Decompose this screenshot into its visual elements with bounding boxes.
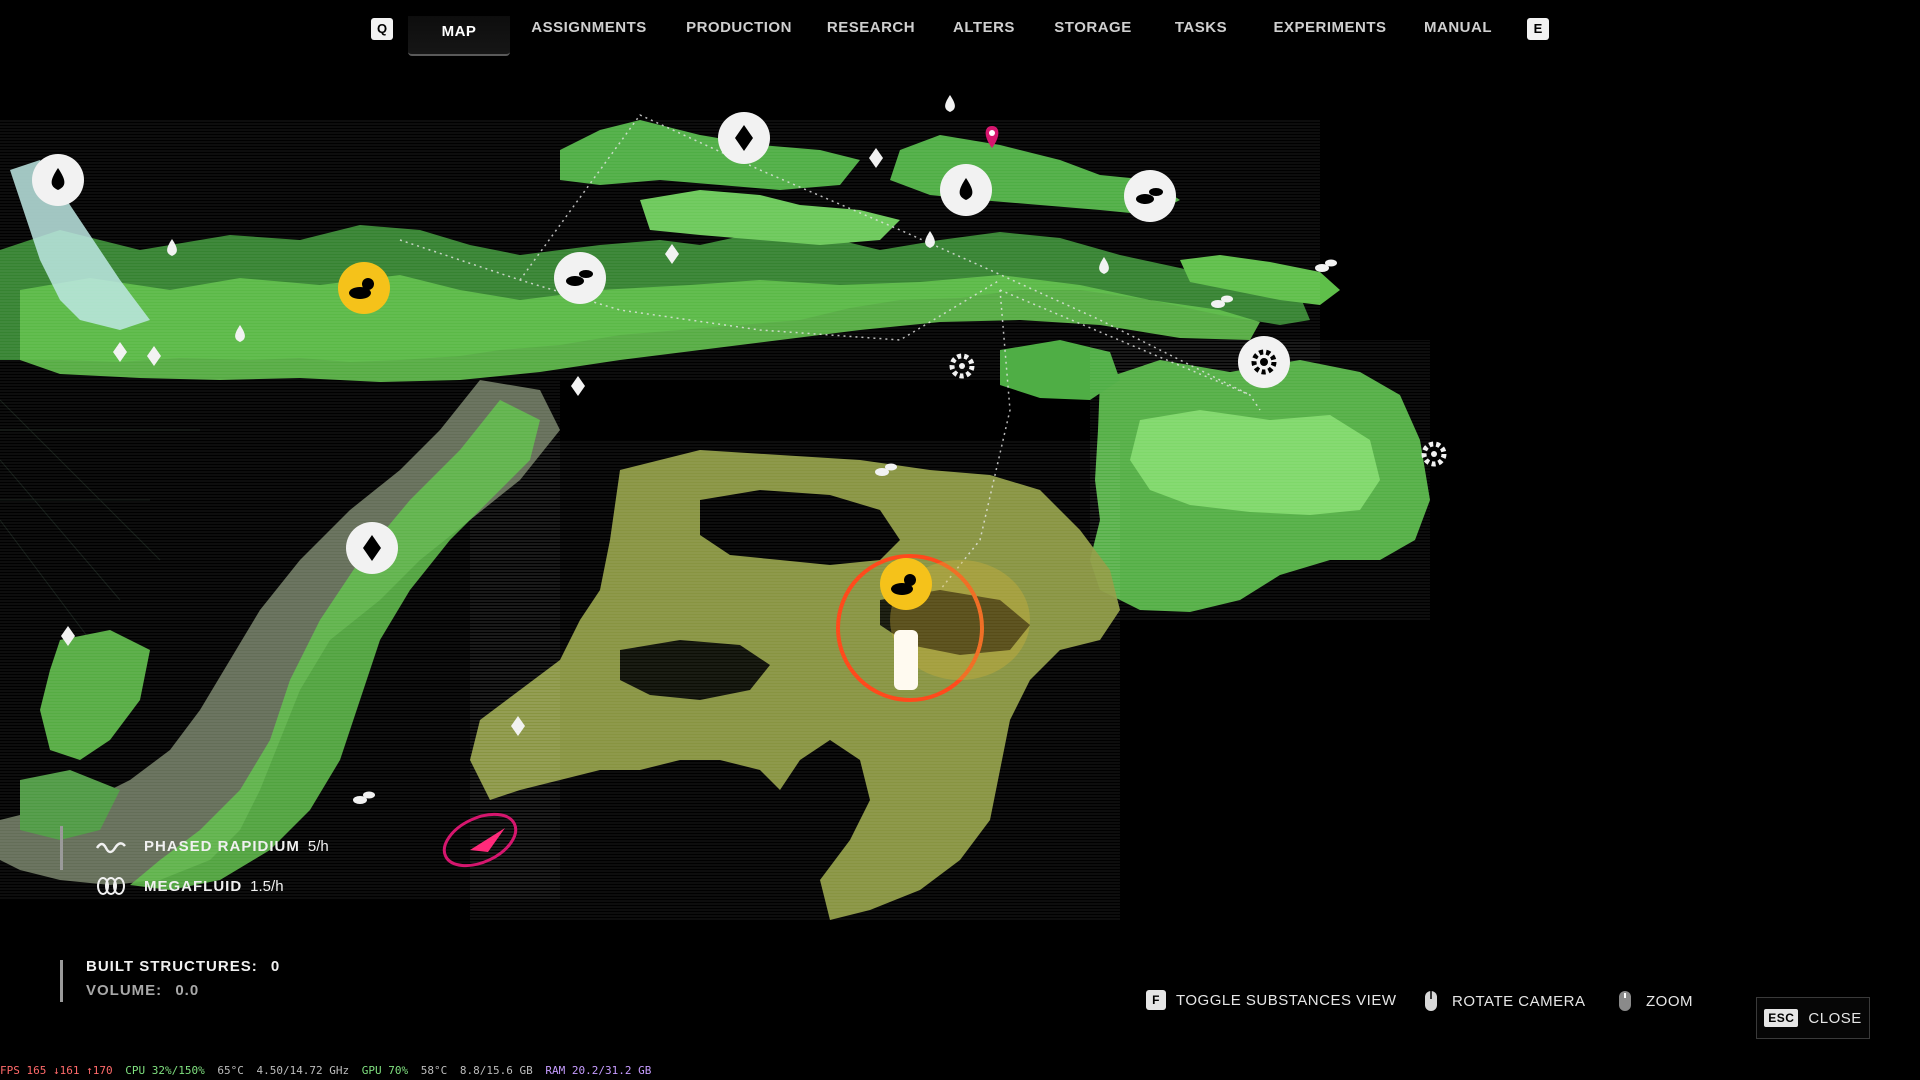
cpu-clock-readout: 4.50/14.72 GHz: [256, 1064, 350, 1077]
gpu-readout: GPU 70%: [361, 1064, 409, 1077]
zoom-label: ZOOM: [1646, 992, 1693, 1010]
top-navigation: Q MAP ASSIGNMENTS PRODUCTION RESEARCH AL…: [0, 14, 1920, 58]
mouse-icon: [1425, 991, 1437, 1011]
close-label: CLOSE: [1808, 1009, 1862, 1027]
tab-experiments[interactable]: EXPERIMENTS: [1272, 14, 1388, 54]
ram-readout: RAM 20.2/31.2 GB: [545, 1064, 652, 1077]
tab-production[interactable]: PRODUCTION: [684, 14, 794, 54]
built-structures-value: 0: [270, 958, 281, 975]
diamond-icon[interactable]: [718, 112, 770, 164]
prev-tab-key[interactable]: Q: [371, 18, 393, 40]
performance-overlay: FPS 165 ↓161 ↑170 CPU 32%/150% 65°C 4.50…: [0, 1064, 760, 1080]
rotate-camera-label: ROTATE CAMERA: [1452, 992, 1586, 1010]
tab-storage[interactable]: STORAGE: [1052, 14, 1134, 54]
extractor-structure: [894, 630, 918, 690]
toggle-substances-label: TOGGLE SUBSTANCES VIEW: [1176, 991, 1397, 1009]
terrain-left: [0, 380, 560, 900]
resource-rate: 1.5/h: [250, 877, 284, 895]
tab-map[interactable]: MAP: [408, 16, 510, 56]
close-button[interactable]: ESC CLOSE: [1756, 997, 1870, 1039]
diamond-icon[interactable]: [346, 522, 398, 574]
sun-cloud-icon[interactable]: [338, 262, 390, 314]
next-tab-key[interactable]: E: [1527, 18, 1549, 40]
fps-readout: FPS 165 ↓161 ↑170: [0, 1064, 113, 1077]
gear-icon[interactable]: [1238, 336, 1290, 388]
tab-research[interactable]: RESEARCH: [826, 14, 916, 54]
base-map[interactable]: [0, 60, 1920, 1060]
map-screen: Q MAP ASSIGNMENTS PRODUCTION RESEARCH AL…: [0, 0, 1920, 1080]
zoom-hint: ZOOM: [1618, 990, 1693, 1012]
triple-loop-icon: [97, 877, 125, 895]
resource-name: PHASED RAPIDIUM: [144, 837, 300, 855]
tab-assignments[interactable]: ASSIGNMENTS: [528, 14, 650, 54]
gpu-temp-readout: 58°C: [420, 1064, 448, 1077]
resource-row: MEGAFLUID 1.5/h: [96, 866, 360, 906]
f-key: F: [1146, 990, 1166, 1010]
wave-icon: [96, 842, 126, 854]
water-drop-icon[interactable]: [32, 154, 84, 206]
resource-row: PHASED RAPIDIUM 5/h: [96, 826, 360, 866]
rotate-camera-hint: ROTATE CAMERA: [1424, 990, 1585, 1012]
resource-panel: PHASED RAPIDIUM 5/h MEGAFLUID 1.5/h: [60, 826, 360, 906]
cpu-temp-readout: 65°C: [217, 1064, 244, 1077]
resource-name: MEGAFLUID: [144, 877, 243, 895]
toggle-substances-hint[interactable]: F TOGGLE SUBSTANCES VIEW: [1146, 990, 1397, 1010]
water-drop-icon[interactable]: [945, 95, 955, 112]
resource-rate: 5/h: [307, 837, 329, 855]
mouse-scroll-icon: [1619, 991, 1631, 1011]
control-hints: F TOGGLE SUBSTANCES VIEW ROTATE CAMERA Z…: [0, 990, 1920, 1030]
built-structures-row: BUILT STRUCTURES: 0: [86, 958, 280, 982]
water-drop-icon[interactable]: [940, 164, 992, 216]
resource-pills-icon[interactable]: [554, 252, 606, 304]
sun-cloud-icon[interactable]: [880, 558, 932, 610]
cpu-readout: CPU 32%/150%: [125, 1064, 205, 1077]
terrain-lower: [470, 440, 1120, 920]
esc-key: ESC: [1764, 1009, 1799, 1027]
tab-manual[interactable]: MANUAL: [1420, 14, 1496, 54]
tab-tasks[interactable]: TASKS: [1170, 14, 1232, 54]
tab-alters[interactable]: ALTERS: [950, 14, 1018, 54]
gpu-mem-readout: 8.8/15.6 GB: [459, 1064, 533, 1077]
built-structures-label: BUILT STRUCTURES:: [86, 958, 258, 975]
resource-pills-icon[interactable]: [1124, 170, 1176, 222]
